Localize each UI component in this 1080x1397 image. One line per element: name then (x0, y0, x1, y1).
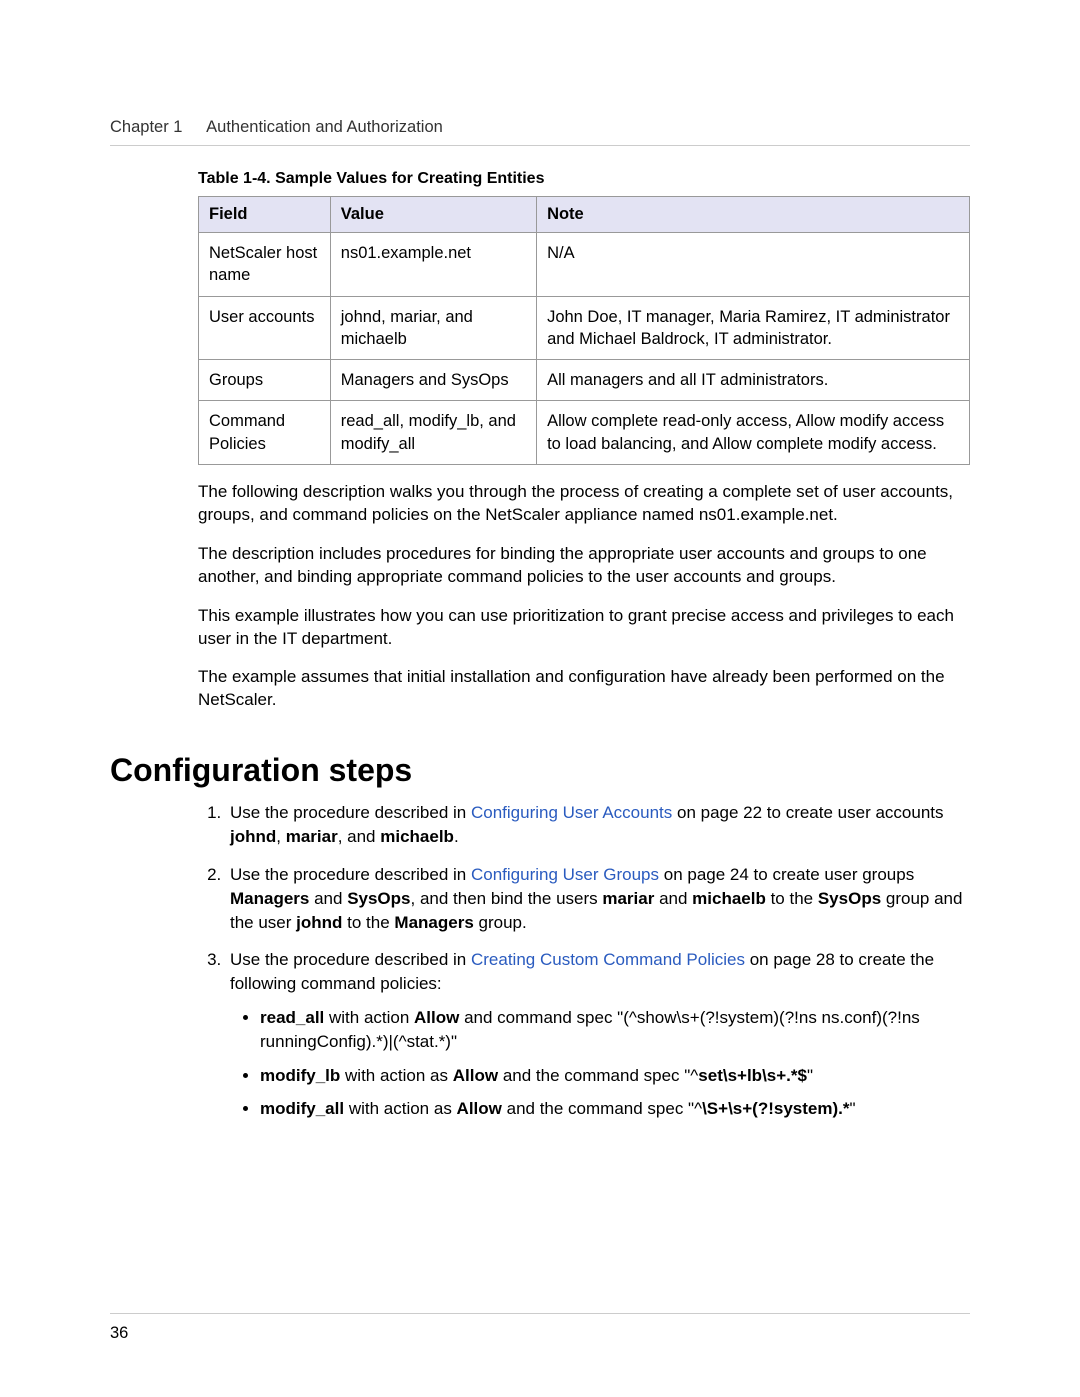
bullet-text: and the command spec "^ (502, 1099, 702, 1118)
table-row: User accounts johnd, mariar, and michael… (199, 296, 970, 360)
cell-field: Groups (199, 360, 331, 401)
list-item: modify_all with action as Allow and the … (260, 1097, 970, 1121)
paragraph: The following description walks you thro… (198, 481, 970, 527)
paragraph: The example assumes that initial install… (198, 666, 970, 712)
cell-note: John Doe, IT manager, Maria Ramirez, IT … (537, 296, 970, 360)
step-text: to the (766, 889, 818, 908)
bold-text: SysOps (347, 889, 410, 908)
th-note: Note (537, 197, 970, 233)
page: Chapter 1 Authentication and Authorizati… (0, 0, 1080, 1397)
link-configuring-user-groups[interactable]: Configuring User Groups (471, 865, 659, 884)
bullet-text: with action (324, 1008, 414, 1027)
bold-text: mariar (286, 827, 338, 846)
bold-text: modify_all (260, 1099, 344, 1118)
bullet-text: with action as (344, 1099, 456, 1118)
cell-note: Allow complete read-only access, Allow m… (537, 401, 970, 465)
section-heading: Configuration steps (110, 752, 970, 789)
bold-text: mariar (602, 889, 654, 908)
bold-text: set\s+lb\s+.*$ (698, 1066, 807, 1085)
step-text: Use the procedure described in (230, 950, 471, 969)
paragraph: The description includes procedures for … (198, 543, 970, 589)
bold-text: SysOps (818, 889, 881, 908)
bold-text: modify_lb (260, 1066, 340, 1085)
bold-text: Managers (394, 913, 473, 932)
bullet-text: " (807, 1066, 813, 1085)
table-header-row: Field Value Note (199, 197, 970, 233)
list-item: modify_lb with action as Allow and the c… (260, 1064, 970, 1088)
bullet-text: and the command spec "^ (498, 1066, 698, 1085)
list-item: Use the procedure described in Creating … (226, 948, 970, 1121)
page-number: 36 (110, 1324, 128, 1342)
page-header: Chapter 1 Authentication and Authorizati… (110, 118, 970, 146)
step-text: Use the procedure described in (230, 865, 471, 884)
bold-text: Allow (414, 1008, 459, 1027)
steps-list: Use the procedure described in Configuri… (198, 801, 970, 1121)
page-footer: 36 (110, 1313, 970, 1343)
entities-table: Field Value Note NetScaler host name ns0… (198, 196, 970, 465)
step-text: , (276, 827, 285, 846)
bold-text: michaelb (380, 827, 454, 846)
cell-value: johnd, mariar, and michaelb (330, 296, 536, 360)
content-block: Table 1-4. Sample Values for Creating En… (198, 170, 970, 712)
step-text: . (454, 827, 459, 846)
cell-value: read_all, modify_lb, and modify_all (330, 401, 536, 465)
bold-text: \S+\s+(?!system).* (702, 1099, 849, 1118)
bold-text: Allow (457, 1099, 502, 1118)
bold-text: johnd (230, 827, 276, 846)
chapter-title: Authentication and Authorization (206, 118, 443, 136)
step-text: group. (474, 913, 527, 932)
cell-value: ns01.example.net (330, 233, 536, 297)
list-item: Use the procedure described in Configuri… (226, 863, 970, 934)
table-row: Command Policies read_all, modify_lb, an… (199, 401, 970, 465)
table-row: NetScaler host name ns01.example.net N/A (199, 233, 970, 297)
table-row: Groups Managers and SysOps All managers … (199, 360, 970, 401)
chapter-label: Chapter 1 (110, 118, 182, 136)
bold-text: Allow (453, 1066, 498, 1085)
cell-field: Command Policies (199, 401, 331, 465)
bold-text: johnd (296, 913, 342, 932)
list-item: read_all with action Allow and command s… (260, 1006, 970, 1054)
step-text: and (309, 889, 347, 908)
step-text: and (654, 889, 692, 908)
paragraph: This example illustrates how you can use… (198, 605, 970, 651)
list-item: Use the procedure described in Configuri… (226, 801, 970, 849)
bold-text: read_all (260, 1008, 324, 1027)
cell-note: All managers and all IT administrators. (537, 360, 970, 401)
cell-note: N/A (537, 233, 970, 297)
step-text: , and (338, 827, 381, 846)
cell-field: User accounts (199, 296, 331, 360)
th-field: Field (199, 197, 331, 233)
step-text: Use the procedure described in (230, 803, 471, 822)
link-creating-custom-command-policies[interactable]: Creating Custom Command Policies (471, 950, 745, 969)
step-text: on page 22 to create user accounts (672, 803, 943, 822)
bold-text: Managers (230, 889, 309, 908)
step-text: , and then bind the users (411, 889, 603, 908)
bullet-list: read_all with action Allow and command s… (236, 1006, 970, 1121)
cell-field: NetScaler host name (199, 233, 331, 297)
cell-value: Managers and SysOps (330, 360, 536, 401)
bullet-text: " (849, 1099, 855, 1118)
bullet-text: with action as (340, 1066, 452, 1085)
step-text: on page 24 to create user groups (659, 865, 914, 884)
step-text: to the (342, 913, 394, 932)
th-value: Value (330, 197, 536, 233)
link-configuring-user-accounts[interactable]: Configuring User Accounts (471, 803, 672, 822)
bold-text: michaelb (692, 889, 766, 908)
table-caption: Table 1-4. Sample Values for Creating En… (198, 170, 970, 188)
